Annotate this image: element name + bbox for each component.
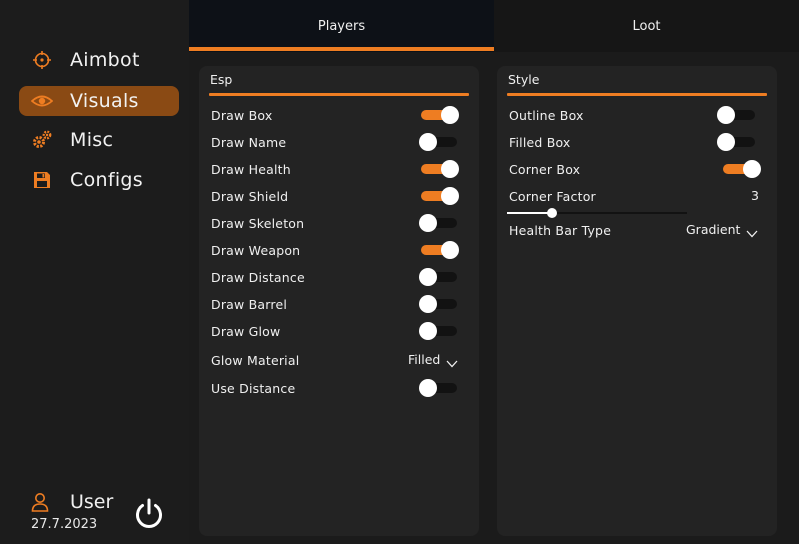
setting-row: Draw Barrel: [211, 294, 287, 314]
user-name: User: [70, 491, 114, 513]
panel-title: Style: [508, 72, 540, 87]
setting-label: Draw Weapon: [211, 242, 301, 258]
setting-row: Draw Skeleton: [211, 213, 304, 233]
setting-label: Corner Factor: [509, 188, 596, 204]
glow-material-dropdown[interactable]: Filled: [408, 352, 458, 367]
user-date: 27.7.2023: [31, 517, 98, 532]
setting-label: Draw Distance: [211, 269, 305, 285]
setting-row: Draw Glow: [211, 321, 280, 341]
setting-row: Outline Box: [509, 105, 584, 125]
chevron-down-icon: [446, 356, 458, 367]
nav-label: Misc: [70, 129, 114, 151]
dropdown-value: Filled: [408, 352, 441, 367]
corner-factor-slider[interactable]: [507, 208, 687, 218]
save-icon: [30, 168, 54, 192]
setting-label: Use Distance: [211, 380, 296, 396]
setting-label: Draw Name: [211, 134, 287, 150]
style-panel: Style Outline Box Filled Box Corner Box …: [497, 66, 777, 536]
gears-icon: [30, 128, 54, 152]
setting-row: Corner Box: [509, 159, 580, 179]
user-icon: [31, 492, 49, 512]
setting-label: Outline Box: [509, 107, 584, 123]
setting-row: Draw Shield: [211, 186, 288, 206]
setting-row: Draw Weapon: [211, 240, 300, 260]
nav-label: Configs: [70, 169, 143, 191]
filled-box-toggle[interactable]: [717, 133, 757, 151]
setting-label: Filled Box: [509, 134, 571, 150]
setting-row: Draw Box: [211, 105, 272, 125]
setting-row: Draw Health: [211, 159, 291, 179]
health-bar-type-dropdown[interactable]: Gradient: [686, 222, 758, 237]
tab-bar: Players Loot: [189, 0, 799, 52]
draw-glow-toggle[interactable]: [419, 322, 459, 340]
esp-panel: Esp Draw Box Draw Name Draw Health Draw …: [199, 66, 479, 536]
tab-players[interactable]: Players: [189, 0, 494, 52]
draw-skeleton-toggle[interactable]: [419, 214, 459, 232]
setting-label: Draw Health: [211, 161, 291, 177]
panel-title: Esp: [210, 72, 233, 87]
setting-row: Corner Factor: [509, 186, 596, 206]
draw-shield-toggle[interactable]: [419, 187, 459, 205]
active-tab-indicator: [189, 47, 494, 51]
setting-label: Glow Material: [211, 352, 300, 368]
setting-label: Health Bar Type: [509, 222, 612, 238]
nav-label: Visuals: [70, 90, 139, 112]
panel-divider: [209, 93, 469, 96]
draw-distance-toggle[interactable]: [419, 268, 459, 286]
sidebar: Aimbot Visuals Misc Configs User 27.7.20…: [0, 0, 189, 544]
nav-item-misc[interactable]: Misc: [19, 125, 179, 155]
use-distance-toggle[interactable]: [419, 379, 459, 397]
tab-loot[interactable]: Loot: [494, 0, 799, 52]
draw-health-toggle[interactable]: [419, 160, 459, 178]
nav-label: Aimbot: [70, 49, 140, 71]
corner-box-toggle[interactable]: [721, 160, 761, 178]
nav-item-visuals[interactable]: Visuals: [19, 86, 179, 116]
setting-label: Draw Glow: [211, 323, 281, 339]
chevron-down-icon: [746, 226, 758, 237]
slider-fill: [507, 212, 552, 214]
draw-name-toggle[interactable]: [419, 133, 459, 151]
setting-label: Draw Barrel: [211, 296, 288, 312]
setting-label: Draw Shield: [211, 188, 289, 204]
nav-item-aimbot[interactable]: Aimbot: [19, 45, 179, 75]
power-icon[interactable]: [133, 497, 165, 531]
setting-row: Draw Distance: [211, 267, 305, 287]
draw-box-toggle[interactable]: [419, 106, 459, 124]
eye-icon: [30, 89, 54, 113]
setting-row: Glow Material: [211, 350, 299, 370]
slider-thumb[interactable]: [547, 208, 557, 218]
crosshair-icon: [30, 48, 54, 72]
setting-label: Draw Box: [211, 107, 273, 123]
corner-factor-value: 3: [751, 188, 759, 203]
setting-row: Draw Name: [211, 132, 286, 152]
draw-barrel-toggle[interactable]: [419, 295, 459, 313]
outline-box-toggle[interactable]: [717, 106, 757, 124]
panel-divider: [507, 93, 767, 96]
setting-row: Health Bar Type: [509, 220, 611, 240]
setting-label: Corner Box: [509, 161, 581, 177]
draw-weapon-toggle[interactable]: [419, 241, 459, 259]
setting-row: Use Distance: [211, 378, 295, 398]
setting-row: Filled Box: [509, 132, 571, 152]
nav-item-configs[interactable]: Configs: [19, 165, 179, 195]
dropdown-value: Gradient: [686, 222, 741, 237]
setting-label: Draw Skeleton: [211, 215, 305, 231]
